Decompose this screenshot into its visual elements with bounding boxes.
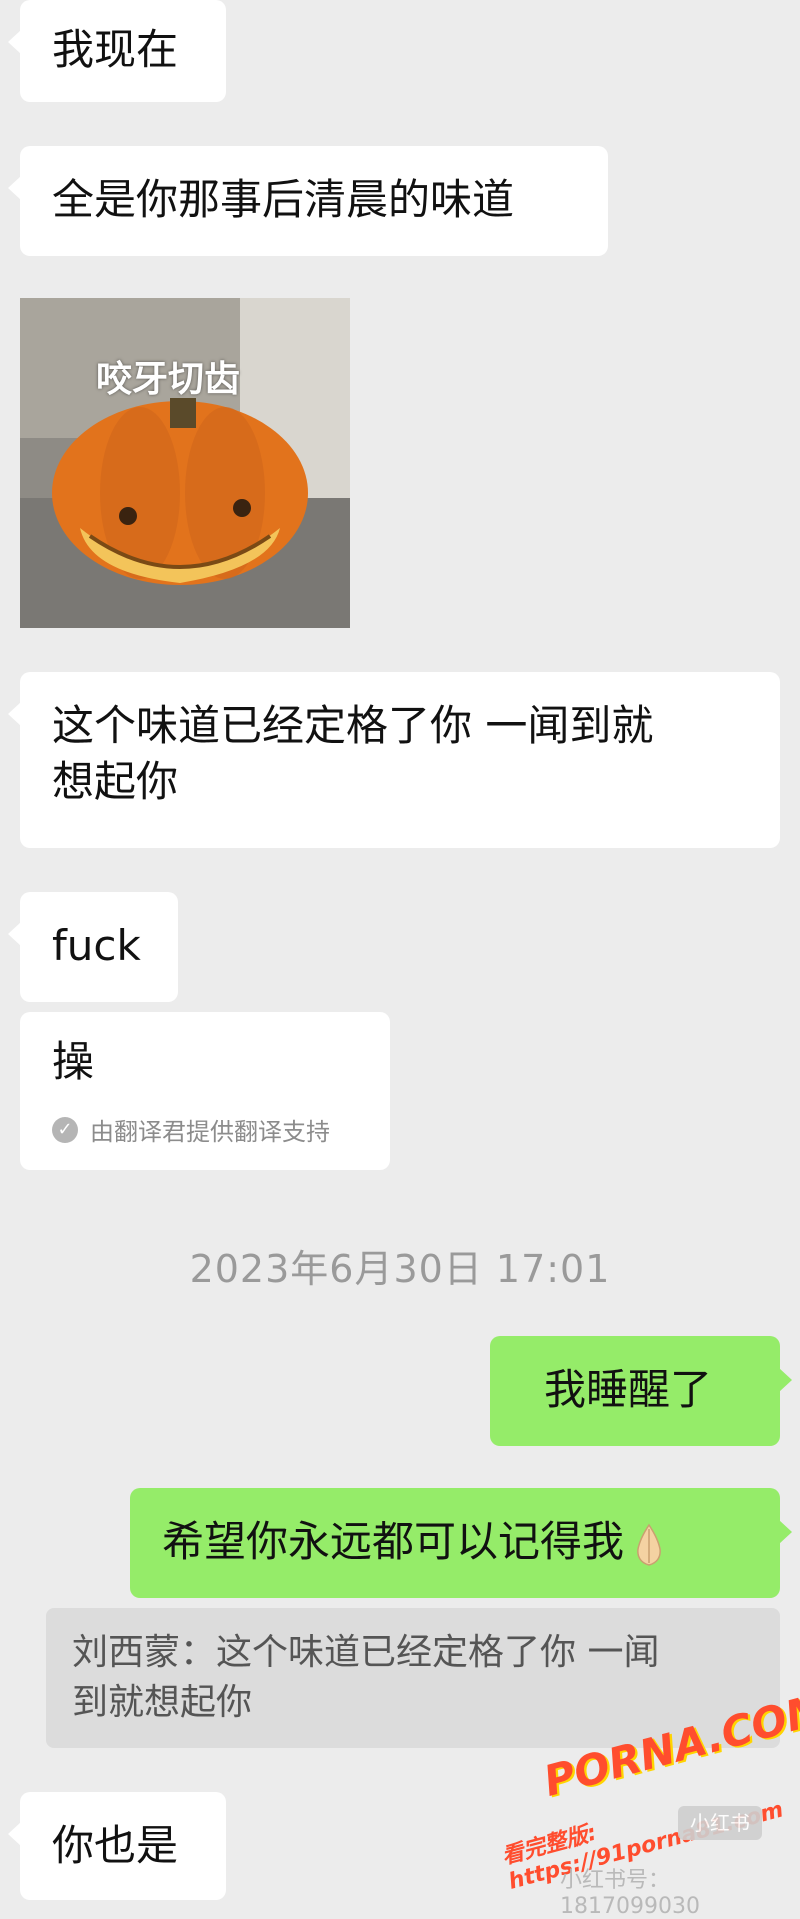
message-bubble-outgoing[interactable]: 我睡醒了 xyxy=(490,1336,792,1446)
xiaohongshu-id: 小红书号：1817099030 xyxy=(560,1868,700,1919)
message-text: 这个味道已经定格了你 一闻到就 想起你 xyxy=(52,698,653,810)
quote-line: 刘西蒙：这个味道已经定格了你 一闻 xyxy=(72,1632,660,1673)
message-bubble-incoming[interactable]: 全是你那事后清晨的味道 xyxy=(8,146,608,256)
message-line: 这个味道已经定格了你 一闻到就 xyxy=(52,701,654,750)
message-text: 我现在 xyxy=(52,25,179,74)
message-line: 想起你 xyxy=(52,757,179,806)
message-text-content: 希望你永远都可以记得我 xyxy=(162,1517,625,1566)
message-text: 全是你那事后清晨的味道 xyxy=(52,175,515,224)
chat-timestamp: 2023年6月30日 17:01 xyxy=(189,1247,611,1291)
message-bubble-incoming[interactable]: 我现在 xyxy=(8,0,226,102)
translation-text: 操 xyxy=(52,1037,95,1086)
translation-note-text: 由翻译君提供翻译支持 xyxy=(90,1118,330,1146)
message-text: 我睡醒了 xyxy=(544,1365,713,1414)
message-bubble-incoming[interactable]: fuck xyxy=(8,892,178,1002)
translation-note: ✓ 由翻译君提供翻译支持 xyxy=(52,1112,330,1147)
check-circle-icon: ✓ xyxy=(52,1116,78,1143)
pumpkin-sticker-illustration xyxy=(20,298,350,628)
message-bubble-incoming[interactable]: 你也是 xyxy=(8,1792,226,1900)
message-bubble-outgoing[interactable]: 希望你永远都可以记得我 xyxy=(130,1488,792,1598)
quote-line: 到就想起你 xyxy=(72,1682,253,1723)
sticker-image[interactable]: 咬牙切齿 xyxy=(20,298,350,628)
message-text: 你也是 xyxy=(52,1821,179,1870)
pray-hands-emoji-icon xyxy=(637,1523,661,1566)
message-text: fuck xyxy=(52,921,141,970)
message-bubble-incoming[interactable]: 这个味道已经定格了你 一闻到就 想起你 xyxy=(8,672,780,848)
sticker-caption: 咬牙切齿 xyxy=(96,359,241,400)
xiaohongshu-badge: 小红书 xyxy=(678,1806,762,1840)
message-text: 希望你永远都可以记得我 xyxy=(162,1514,670,1570)
